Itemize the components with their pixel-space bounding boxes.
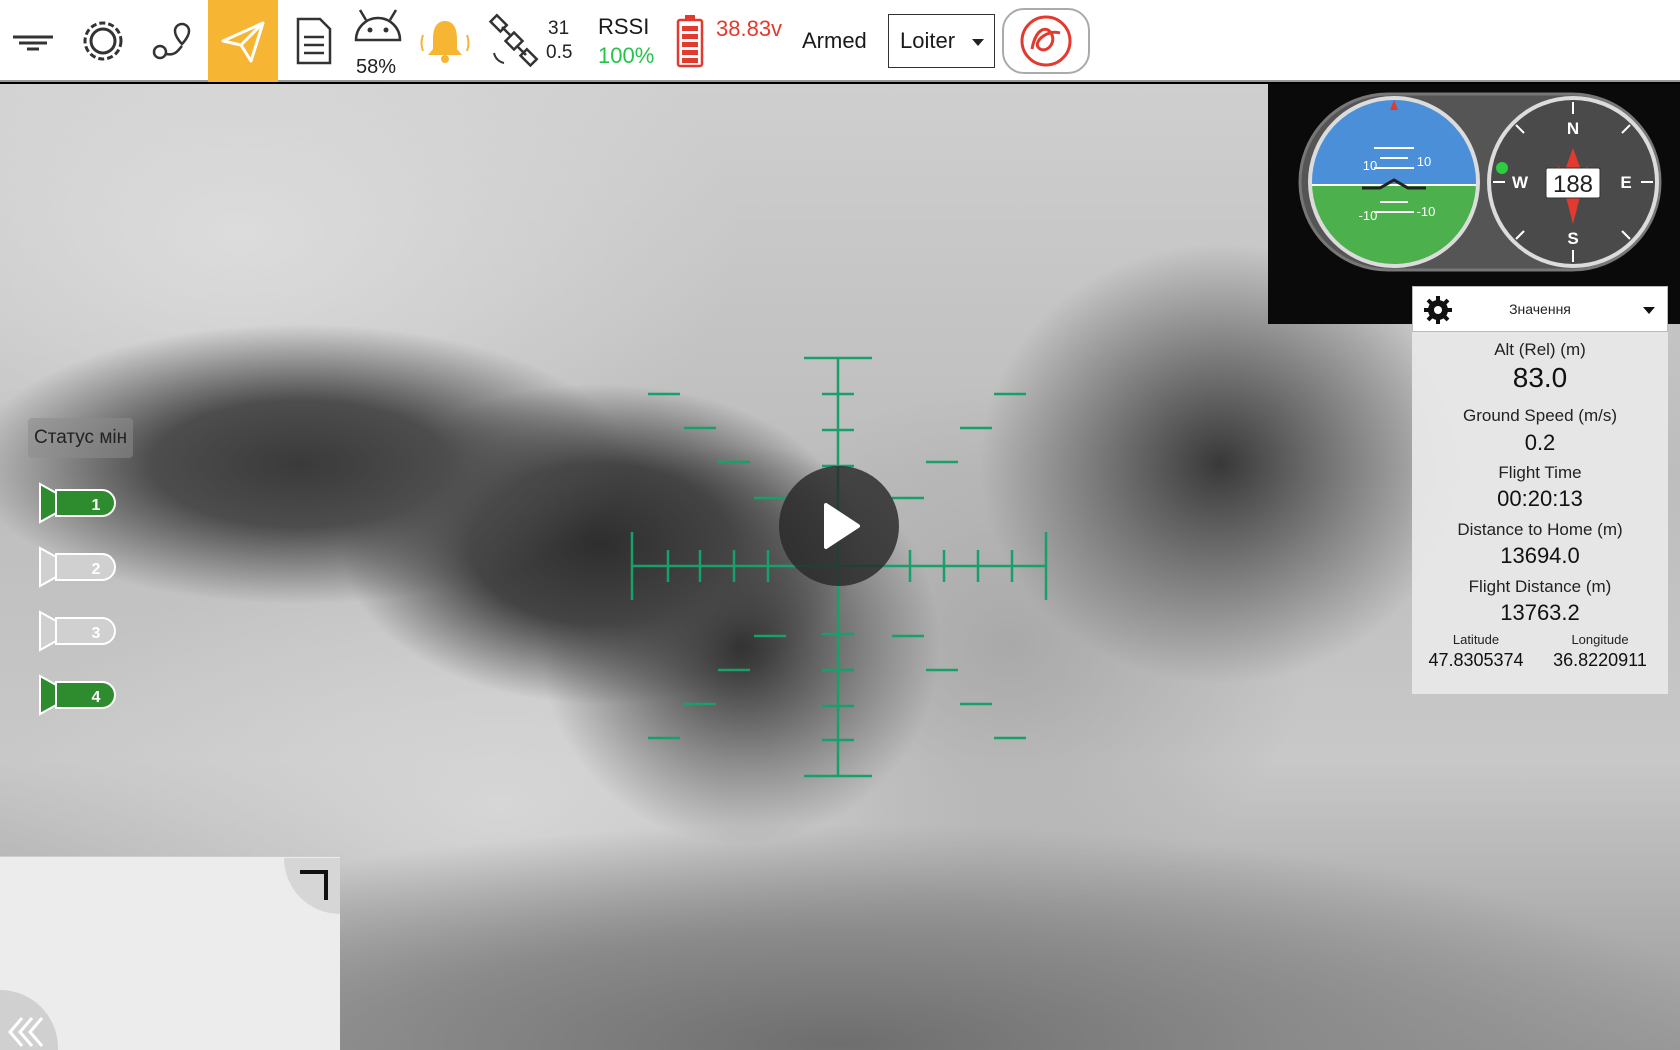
bomb-icon: 1 xyxy=(39,482,116,524)
satellite-icon[interactable] xyxy=(484,0,544,82)
mine-3-number: 3 xyxy=(92,625,101,642)
distance-home-value: 13694.0 xyxy=(1500,543,1580,568)
latitude-label: Latitude xyxy=(1452,632,1500,647)
double-chevron-left-icon xyxy=(8,1017,44,1047)
satellite-count: 31 xyxy=(548,18,570,39)
longitude-value: 36.8220911 xyxy=(1553,650,1647,670)
mine-2-number: 2 xyxy=(92,561,101,578)
drone-menu-icon[interactable] xyxy=(0,0,66,82)
longitude-label: Longitude xyxy=(1571,632,1629,647)
battery-voltage: 38.83v xyxy=(716,16,783,41)
arm-toggle-button[interactable] xyxy=(1002,8,1090,74)
mine-4-button[interactable]: 4 xyxy=(36,672,128,718)
pitch-tick-label: -10 xyxy=(1417,204,1436,219)
values-panel-title: Значення xyxy=(1509,301,1571,317)
chevron-down-icon[interactable] xyxy=(1643,307,1655,314)
pitch-tick-label: 10 xyxy=(1417,154,1431,169)
android-icon xyxy=(350,0,406,52)
chevron-down-icon xyxy=(972,39,984,46)
mine-1-button[interactable]: 1 xyxy=(36,480,128,526)
bomb-icon: 3 xyxy=(39,610,116,652)
compass-north: N xyxy=(1567,119,1579,138)
document-icon[interactable] xyxy=(282,0,344,82)
play-icon xyxy=(824,503,860,549)
ground-speed-label: Ground Speed (m/s) xyxy=(1462,406,1617,425)
bomb-icon: 2 xyxy=(39,546,116,588)
mine-2-button[interactable]: 2 xyxy=(36,544,128,590)
hdop-value: 0.5 xyxy=(546,42,573,63)
armed-status: Armed xyxy=(802,28,867,53)
compass-south: S xyxy=(1567,229,1578,248)
alt-label: Alt (Rel) (m) xyxy=(1494,340,1586,359)
compass-west: W xyxy=(1512,173,1529,192)
paper-plane-icon[interactable] xyxy=(208,0,278,82)
arm-logo-icon xyxy=(1020,15,1072,67)
latitude-value: 47.8305374 xyxy=(1428,650,1524,670)
route-plan-icon[interactable] xyxy=(140,0,206,82)
mine-3-button[interactable]: 3 xyxy=(36,608,128,654)
collapse-panel-button[interactable] xyxy=(0,990,58,1050)
values-panel: Значення Alt (Rel) (m) 83.0 Ground Speed… xyxy=(1412,286,1668,694)
flight-distance-label: Flight Distance (m) xyxy=(1468,577,1612,596)
compass-heading: 188 xyxy=(1553,171,1593,198)
ground-speed-value: 0.2 xyxy=(1524,430,1556,455)
flight-time-label: Flight Time xyxy=(1498,463,1582,482)
play-button[interactable] xyxy=(779,466,899,586)
alt-value: 83.0 xyxy=(1512,362,1568,393)
mine-status-label: Статус мін xyxy=(28,418,134,458)
flight-mode-value: Loiter xyxy=(900,28,956,53)
compass-east: E xyxy=(1620,173,1631,192)
device-battery-text: 58% xyxy=(356,56,397,78)
pitch-tick-label: 10 xyxy=(1363,158,1377,173)
flight-mode-select[interactable]: Loiter xyxy=(888,14,995,68)
top-toolbar: 58% 31 0.5 RSSI 100% 38.83v Armed Loiter xyxy=(0,0,1680,82)
gear-icon[interactable] xyxy=(68,0,138,82)
compass: N E S W 188 xyxy=(1487,96,1659,268)
pitch-tick-label: -10 xyxy=(1359,208,1378,223)
mine-1-number: 1 xyxy=(92,497,101,514)
flight-distance-value: 13763.2 xyxy=(1500,600,1580,625)
values-panel-header[interactable]: Значення xyxy=(1412,286,1668,332)
rssi-value: 100% xyxy=(598,43,655,68)
bell-icon[interactable] xyxy=(414,0,476,82)
mine-4-number: 4 xyxy=(92,689,101,706)
battery-icon[interactable] xyxy=(670,0,710,82)
bomb-icon: 4 xyxy=(39,674,116,716)
corner-arrow-icon xyxy=(300,870,328,900)
flight-time-value: 00:20:13 xyxy=(1497,486,1583,511)
rssi-label: RSSI xyxy=(598,14,650,39)
distance-home-label: Distance to Home (m) xyxy=(1457,520,1623,539)
expand-map-button[interactable] xyxy=(284,858,340,914)
